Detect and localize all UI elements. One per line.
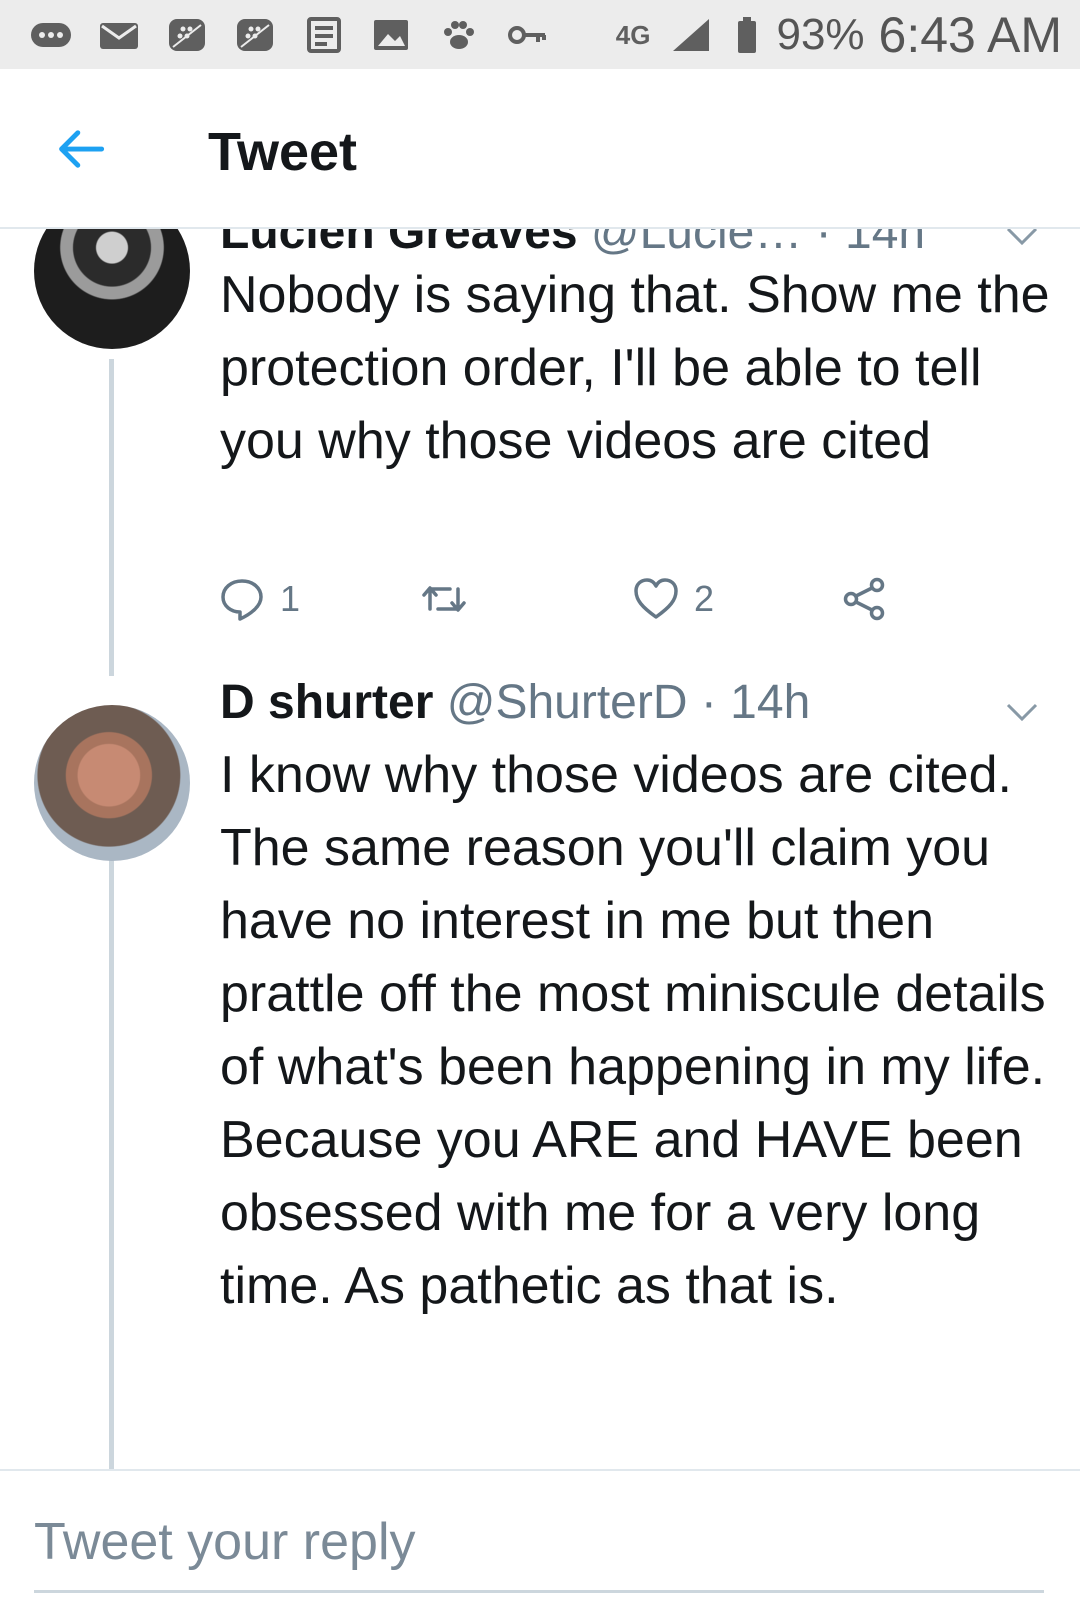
reply-composer bbox=[0, 1469, 1080, 1620]
page-title: Tweet bbox=[208, 122, 358, 182]
bbm-icon bbox=[160, 15, 214, 55]
vpn-key-icon bbox=[500, 15, 554, 55]
news-icon bbox=[296, 15, 350, 55]
chevron-down-icon[interactable] bbox=[1000, 229, 1044, 259]
separator-dot: · bbox=[802, 229, 845, 259]
reply-input[interactable] bbox=[34, 1493, 1044, 1593]
battery-icon bbox=[732, 15, 762, 55]
reply-icon bbox=[221, 579, 263, 621]
author-name[interactable]: D shurter bbox=[220, 676, 433, 729]
avatar[interactable] bbox=[34, 705, 190, 861]
signal-icon bbox=[664, 15, 718, 55]
back-button[interactable] bbox=[52, 121, 108, 177]
tweet-timestamp: 14h bbox=[845, 229, 926, 259]
app-header: Tweet bbox=[0, 69, 1080, 229]
more-notifications-icon bbox=[24, 15, 78, 55]
tweet-thread: Lucien Greaves @Lucie… · 14h Nobody is s… bbox=[0, 229, 1080, 1469]
reply-count: 1 bbox=[280, 578, 301, 619]
author-name[interactable]: Lucien Greaves bbox=[220, 229, 578, 259]
thread-connector bbox=[109, 841, 114, 1469]
mail-icon bbox=[92, 15, 146, 55]
retweet-button[interactable] bbox=[420, 569, 482, 629]
author-handle[interactable]: @ShurterD bbox=[447, 676, 688, 729]
bbm-icon bbox=[228, 15, 282, 55]
retweet-icon bbox=[422, 586, 466, 612]
like-button[interactable]: 2 bbox=[632, 569, 714, 629]
paw-icon bbox=[432, 15, 486, 55]
author-handle[interactable]: @Lucie… bbox=[591, 229, 802, 259]
reply-button[interactable]: 1 bbox=[218, 569, 300, 629]
status-bar: 4G 93% 6:43 AM bbox=[0, 0, 1080, 69]
share-icon bbox=[843, 577, 885, 621]
clock: 6:43 AM bbox=[878, 6, 1062, 63]
tweet-header: D shurter @ShurterD · 14h bbox=[220, 675, 810, 731]
heart-icon bbox=[634, 578, 678, 619]
avatar[interactable] bbox=[34, 229, 190, 349]
tweet-actions: 1 2 bbox=[221, 569, 944, 629]
chevron-down-icon[interactable] bbox=[1000, 691, 1044, 735]
image-icon bbox=[364, 15, 418, 55]
notification-icons bbox=[24, 15, 616, 55]
battery-percent: 93% bbox=[776, 9, 865, 59]
tweet-text: I know why those videos are cited. The s… bbox=[220, 746, 1046, 1315]
network-type: 4G bbox=[615, 19, 651, 50]
share-button[interactable] bbox=[840, 569, 888, 629]
thread-connector bbox=[109, 359, 114, 676]
tweet-timestamp: 14h bbox=[730, 676, 811, 729]
like-count: 2 bbox=[694, 578, 715, 619]
separator-dot: · bbox=[687, 676, 731, 729]
tweet-header: Lucien Greaves @Lucie… · 14h bbox=[220, 229, 925, 261]
back-arrow-icon bbox=[59, 130, 105, 168]
status-right: 4G 93% 6:43 AM bbox=[616, 6, 1062, 64]
tweet-text: Nobody is saying that. Show me the prote… bbox=[220, 266, 1050, 470]
